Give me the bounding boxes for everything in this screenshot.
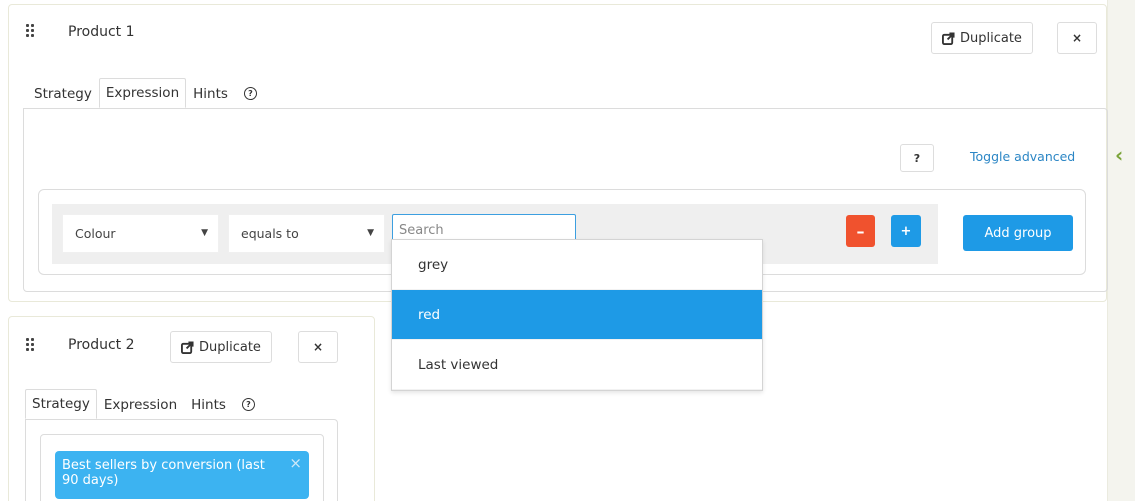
duplicate-label: Duplicate (960, 30, 1022, 46)
attribute-value: Colour (75, 226, 116, 241)
attribute-select[interactable]: Colour ▼ (62, 214, 219, 253)
strategy-panel: Best sellers by conversion (last 90 days… (25, 419, 338, 501)
tab-strategy[interactable]: Strategy (25, 389, 97, 419)
dropdown-option[interactable]: red (392, 290, 762, 340)
duplicate-button[interactable]: Duplicate (170, 331, 272, 363)
add-group-button[interactable]: Add group (963, 215, 1073, 251)
product-card-2: Product 2 Duplicate × Strategy Expressio… (8, 316, 375, 501)
side-panel-strip (1107, 0, 1135, 501)
toggle-advanced-link[interactable]: Toggle advanced (970, 149, 1075, 164)
value-dropdown: grey red Last viewed (391, 239, 763, 391)
product-title: Product 1 (68, 24, 135, 40)
help-button[interactable]: ? (900, 144, 934, 172)
share-icon (942, 31, 955, 45)
duplicate-label: Duplicate (199, 339, 261, 355)
help-icon: ? (241, 398, 255, 411)
drag-handle-icon[interactable] (26, 338, 38, 354)
close-icon[interactable]: × (289, 456, 302, 471)
strategy-tag-label: Best sellers by conversion (last 90 days… (62, 458, 265, 488)
strategy-tag[interactable]: Best sellers by conversion (last 90 days… (55, 451, 309, 499)
add-rule-button[interactable]: + (891, 215, 921, 247)
tab-bar: Strategy Expression Hints ? (25, 389, 262, 419)
chevron-left-icon[interactable]: ‹ (1115, 145, 1123, 165)
tab-hints[interactable]: Hints (186, 78, 235, 108)
tab-bar: Strategy Expression Hints ? (27, 78, 264, 108)
drag-handle-icon[interactable] (26, 24, 38, 40)
tab-expression[interactable]: Expression (98, 78, 187, 108)
tab-hints[interactable]: Hints (184, 389, 233, 419)
tab-help[interactable]: ? (233, 389, 262, 419)
product-title: Product 2 (68, 337, 135, 353)
tab-expression[interactable]: Expression (97, 389, 184, 419)
close-button[interactable]: × (298, 331, 338, 363)
operator-select[interactable]: equals to ▼ (228, 214, 385, 253)
tab-help[interactable]: ? (235, 78, 264, 108)
dropdown-option[interactable]: grey (392, 240, 762, 290)
caret-down-icon: ▼ (201, 228, 208, 238)
caret-down-icon: ▼ (367, 228, 374, 238)
dropdown-option[interactable]: Last viewed (392, 340, 762, 390)
strategy-list: Best sellers by conversion (last 90 days… (40, 434, 324, 501)
operator-value: equals to (241, 226, 299, 241)
close-button[interactable]: × (1057, 22, 1097, 54)
remove-rule-button[interactable]: – (846, 215, 875, 247)
duplicate-button[interactable]: Duplicate (931, 22, 1033, 54)
help-icon: ? (243, 87, 257, 100)
share-icon (181, 340, 194, 354)
tab-strategy[interactable]: Strategy (27, 78, 99, 108)
